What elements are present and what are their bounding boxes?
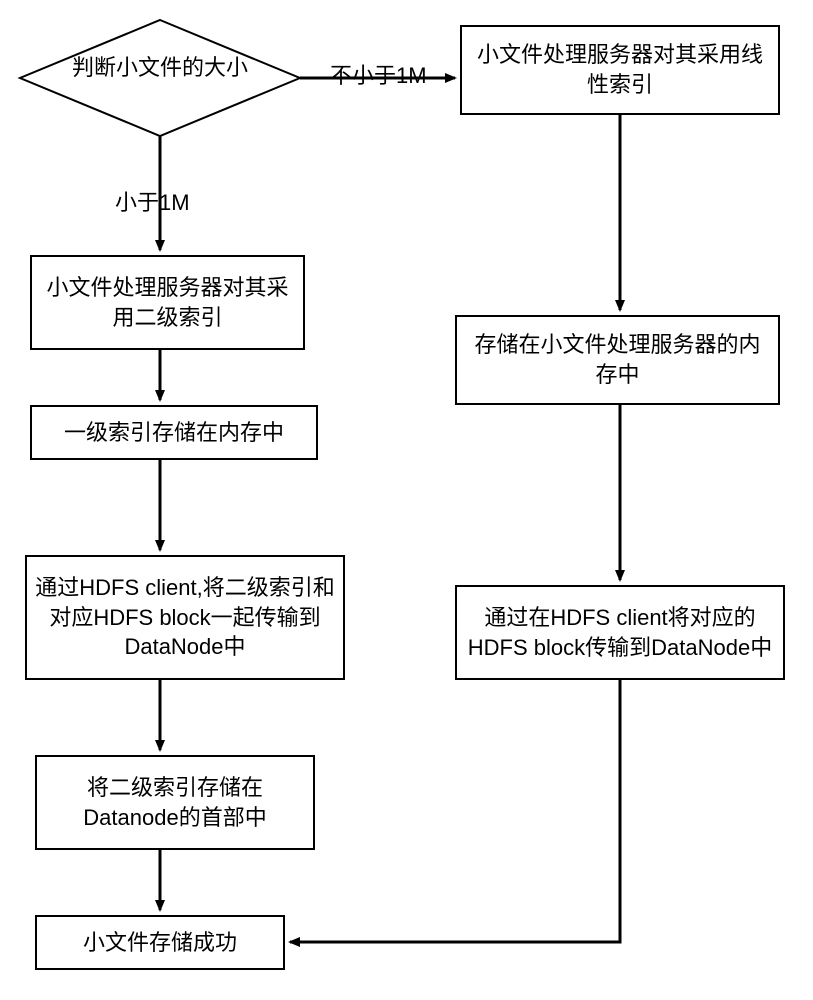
node-success-label: 小文件存储成功 — [83, 928, 237, 958]
node-store-in-memory-label: 存储在小文件处理服务器的内存中 — [465, 330, 770, 389]
edge-label-ge-1m: 不小于1M — [330, 58, 427, 90]
node-hdfs-client-left-label: 通过HDFS client,将二级索引和对应HDFS block一起传输到Dat… — [35, 573, 335, 662]
node-hdfs-client-right: 通过在HDFS client将对应的HDFS block传输到DataNode中 — [455, 585, 785, 680]
node-store-second-index-label: 将二级索引存储在Datanode的首部中 — [45, 773, 305, 832]
node-first-level-mem-label: 一级索引存储在内存中 — [64, 418, 284, 448]
edge-label-lt-1m-text: 小于1M — [115, 190, 190, 215]
node-first-level-mem: 一级索引存储在内存中 — [30, 405, 318, 460]
node-hdfs-client-right-label: 通过在HDFS client将对应的HDFS block传输到DataNode中 — [465, 603, 775, 662]
node-store-second-index: 将二级索引存储在Datanode的首部中 — [35, 755, 315, 850]
node-linear-index-label: 小文件处理服务器对其采用线性索引 — [470, 40, 770, 99]
node-hdfs-client-left: 通过HDFS client,将二级索引和对应HDFS block一起传输到Dat… — [25, 555, 345, 680]
node-two-level-index-label: 小文件处理服务器对其采用二级索引 — [40, 273, 295, 332]
arrows-overlay — [0, 0, 813, 1000]
flowchart-canvas: 判断小文件的大小 小文件处理服务器对其采用线性索引 小文件处理服务器对其采用二级… — [0, 0, 813, 1000]
node-store-in-memory: 存储在小文件处理服务器的内存中 — [455, 315, 780, 405]
decision-diamond-svg — [0, 0, 813, 1000]
decision-label: 判断小文件的大小 — [72, 55, 248, 80]
node-two-level-index: 小文件处理服务器对其采用二级索引 — [30, 255, 305, 350]
decision-node: 判断小文件的大小 — [40, 50, 280, 82]
edge-label-ge-1m-text: 不小于1M — [330, 63, 427, 88]
node-success: 小文件存储成功 — [35, 915, 285, 970]
edge-label-lt-1m: 小于1M — [115, 185, 190, 217]
node-linear-index: 小文件处理服务器对其采用线性索引 — [460, 25, 780, 115]
